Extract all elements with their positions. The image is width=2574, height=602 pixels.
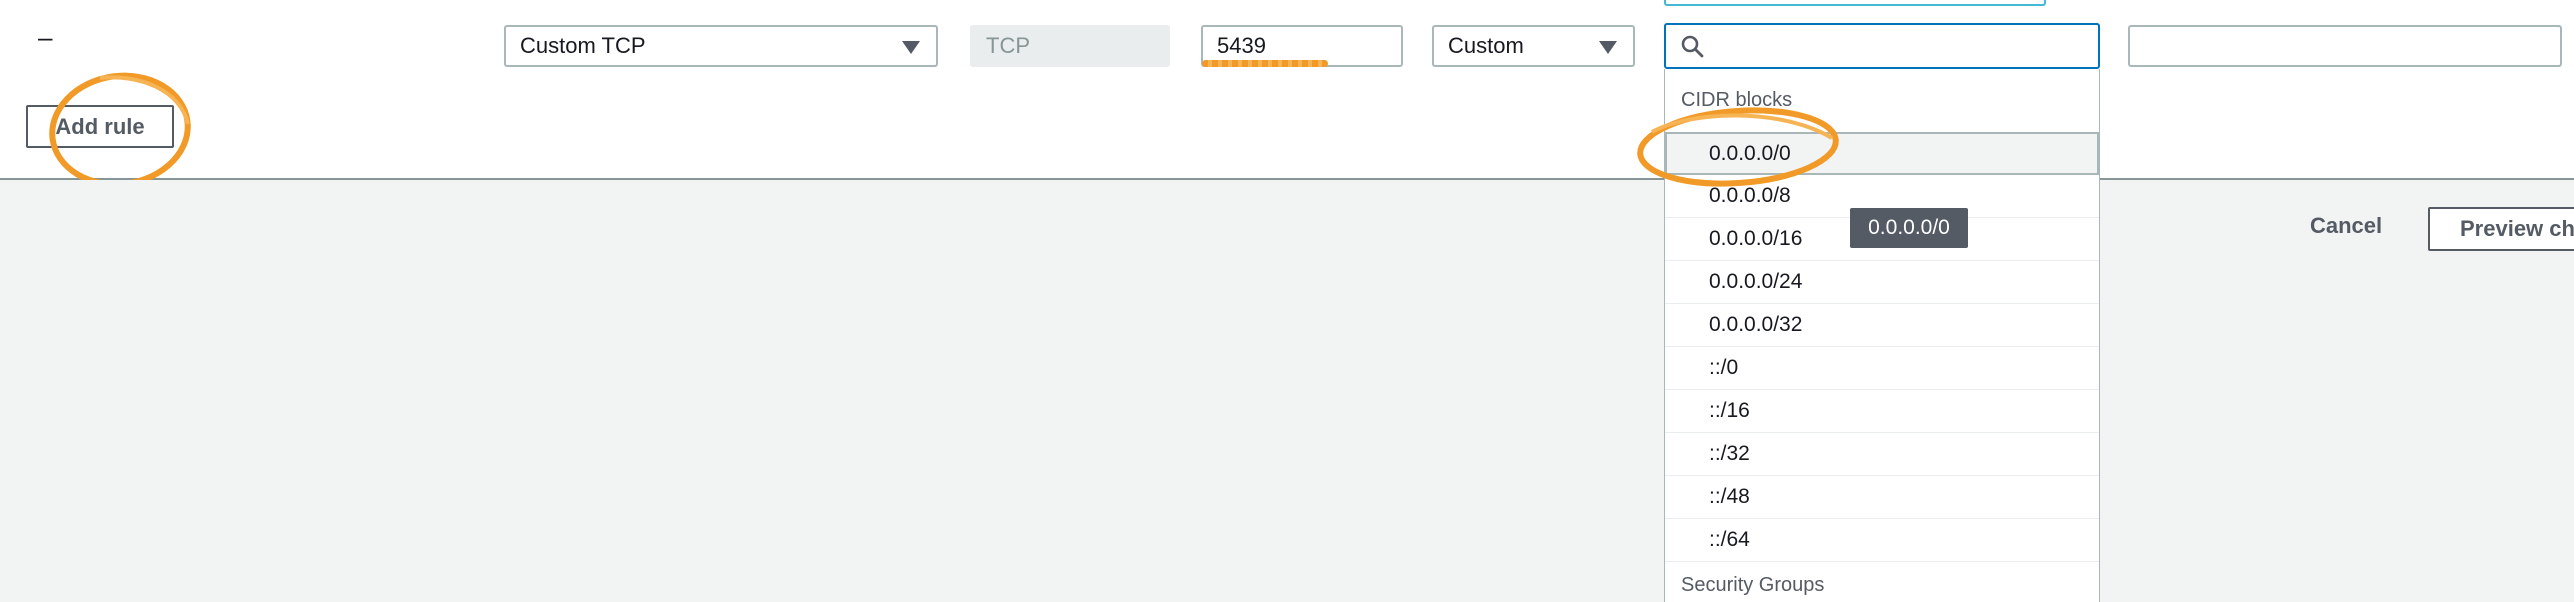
source-dropdown-menu: CIDR blocks 0.0.0.0/0 0.0.0.0/8 0.0.0.0/… <box>1664 69 2100 602</box>
port-range-value: 5439 <box>1217 33 1266 58</box>
rule-editor-panel: – Custom TCP TCP 5439 Custom Add rule <box>0 0 2574 188</box>
cidr-option[interactable]: 0.0.0.0/24 <box>1665 261 2099 304</box>
cancel-button[interactable]: Cancel <box>2310 213 2382 239</box>
port-range-underline-annotation <box>1202 60 1328 67</box>
description-input[interactable] <box>2128 25 2562 67</box>
cidr-option[interactable]: ::/32 <box>1665 433 2099 476</box>
preview-changes-button[interactable]: Preview changes <box>2428 207 2574 251</box>
source-search-input[interactable] <box>1664 23 2100 69</box>
search-icon <box>1681 35 1704 58</box>
add-rule-button[interactable]: Add rule <box>26 105 174 148</box>
source-type-value: Custom <box>1448 33 1524 58</box>
cidr-blocks-group-label: CIDR blocks <box>1681 89 1793 111</box>
cidr-option[interactable]: ::/16 <box>1665 390 2099 433</box>
caret-down-icon <box>902 41 920 54</box>
remove-rule-dash[interactable]: – <box>38 22 52 53</box>
cidr-option[interactable]: 0.0.0.0/0 <box>1665 132 2099 175</box>
caret-down-icon <box>1599 41 1617 54</box>
cidr-option[interactable]: ::/64 <box>1665 519 2099 562</box>
cidr-option[interactable]: ::/0 <box>1665 347 2099 390</box>
option-tooltip: 0.0.0.0/0 <box>1850 208 1968 248</box>
previous-field-edge <box>1664 0 2046 6</box>
security-groups-group-label: Security Groups <box>1681 574 1825 596</box>
source-type-select[interactable]: Custom <box>1432 25 1635 67</box>
type-select-value: Custom TCP <box>520 33 646 58</box>
cidr-option[interactable]: 0.0.0.0/32 <box>1665 304 2099 347</box>
footer-area: Cancel Preview changes <box>0 180 2574 602</box>
protocol-field: TCP <box>970 25 1170 67</box>
cidr-option[interactable]: ::/48 <box>1665 476 2099 519</box>
type-select[interactable]: Custom TCP <box>504 25 938 67</box>
